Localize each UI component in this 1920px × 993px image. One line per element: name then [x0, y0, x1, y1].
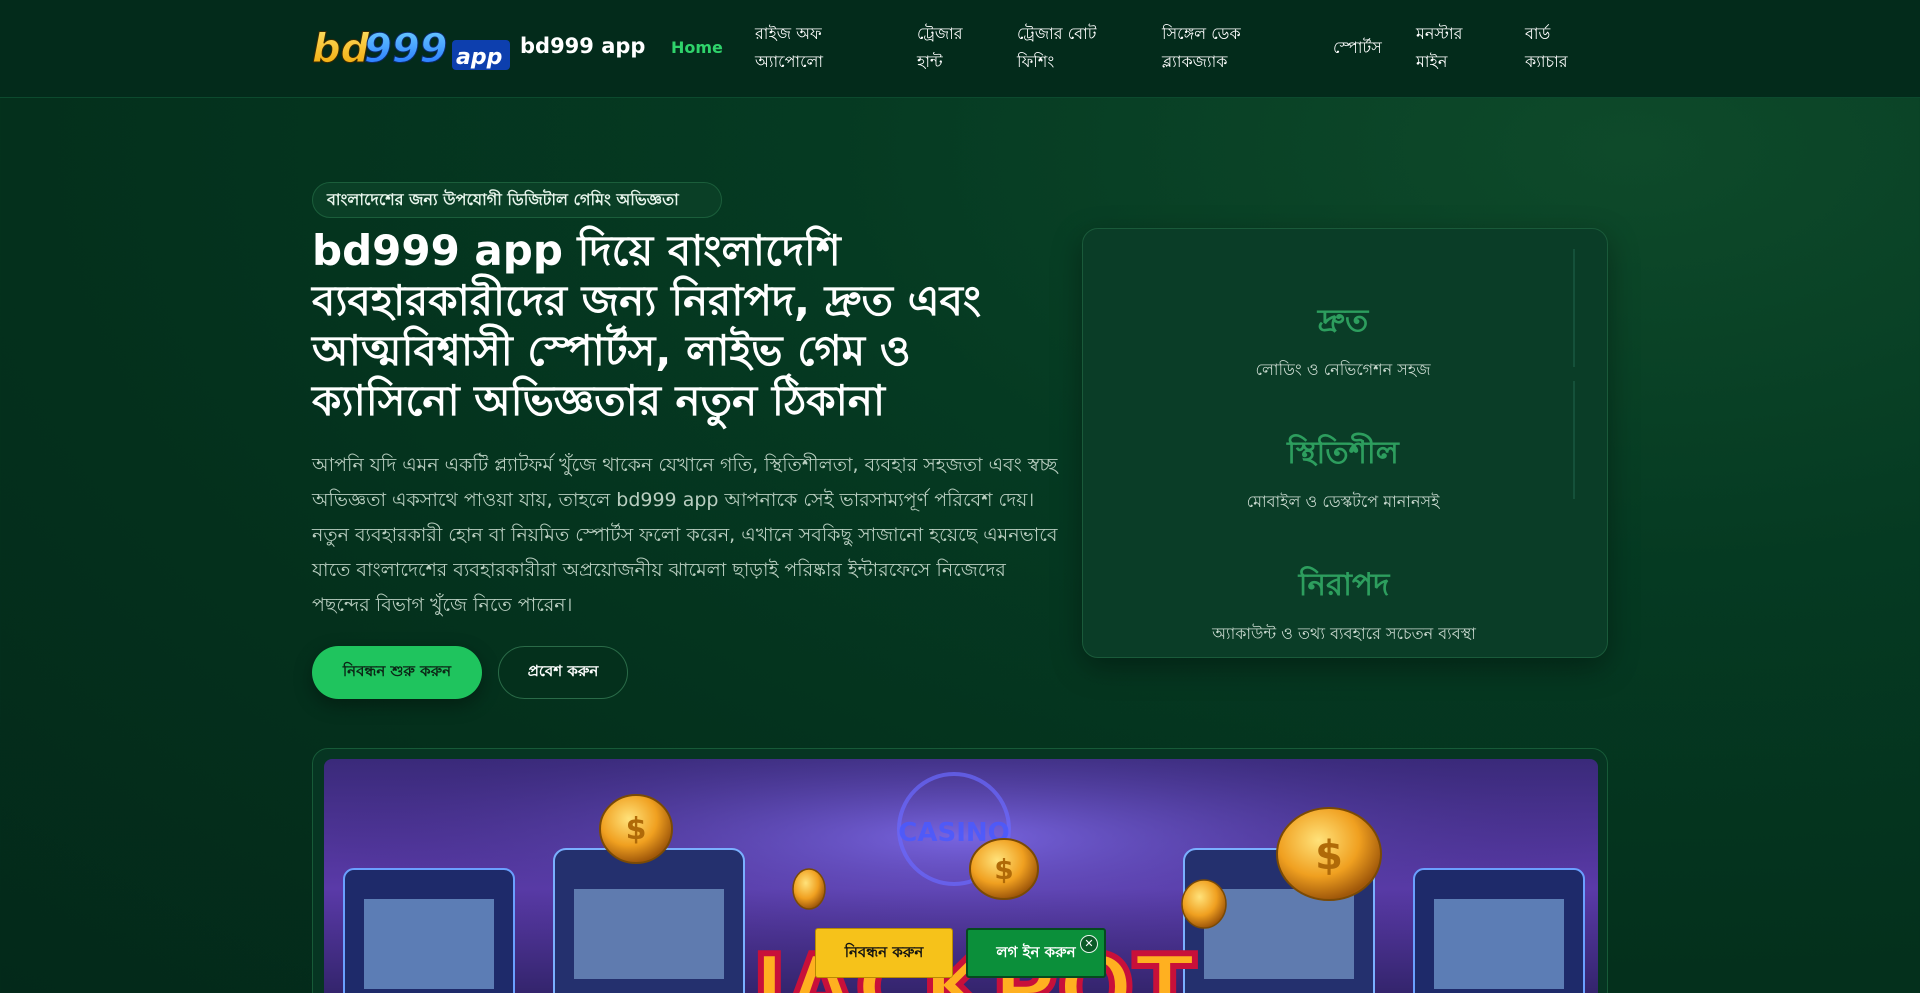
close-icon[interactable]: ✕	[1080, 935, 1098, 953]
bd999-logo[interactable]: bd 999 app	[312, 28, 510, 70]
nav-bird-catcher[interactable]: বার্ড ক্যাচার	[1525, 20, 1568, 76]
feature-title: দ্রুত	[1317, 303, 1369, 339]
sticky-register-button[interactable]: নিবন্ধন করুন	[815, 928, 953, 978]
hero-description: আপনি যদি এমন একটি প্ল্যাটফর্ম খুঁজে থাকে…	[312, 454, 1058, 616]
feature-secure: নিরাপদ অ্যাকাউন্ট ও তথ্য ব্যবহারে সচেতন …	[1113, 513, 1575, 643]
nav-label-line1: রাইজ অফ	[755, 24, 822, 43]
hero-title: bd999 app দিয়ে বাংলাদেশি ব্যবহারকারীদের…	[312, 226, 982, 425]
svg-text:$: $	[626, 812, 647, 847]
feature-subtitle: মোবাইল ও ডেস্কটপে মানানসই	[1246, 492, 1440, 511]
start-registration-button[interactable]: নিবন্ধন শুরু করুন	[312, 646, 482, 699]
nav-rise-of-apollo[interactable]: রাইজ অফ অ্যাপোলো	[755, 20, 823, 76]
nav-label-line1: বার্ড	[1525, 24, 1551, 43]
nav-single-deck-blackjack[interactable]: সিঙ্গেল ডেক ব্ল্যাকজ্যাক	[1162, 20, 1241, 76]
nav-label-line1: ট্রেজার বোট	[1017, 24, 1097, 43]
nav-label-line2: ক্যাচার	[1525, 52, 1568, 71]
nav-label-line1: সিঙ্গেল ডেক	[1162, 24, 1241, 43]
svg-text:$: $	[1315, 833, 1343, 879]
brand-name[interactable]: bd999 app	[520, 34, 645, 58]
nav-home[interactable]: Home	[671, 34, 723, 62]
feature-title: স্থিতিশীল	[1287, 435, 1399, 471]
nav-monster-mine[interactable]: মনস্টার মাইন	[1416, 20, 1462, 76]
feature-subtitle: অ্যাকাউন্ট ও তথ্য ব্যবহারে সচেতন ব্যবস্থ…	[1212, 624, 1476, 643]
nav-label-line2: ব্ল্যাকজ্যাক	[1162, 52, 1228, 71]
banner-frame: CASINO $ $ $ JACKPOT	[312, 748, 1608, 993]
svg-text:app: app	[456, 45, 502, 70]
jackpot-casino-banner-image: CASINO $ $ $ JACKPOT	[324, 759, 1598, 993]
feature-fast: দ্রুত লোডিং ও নেভিগেশন সহজ	[1113, 249, 1575, 379]
nav-label-line1: মনস্টার	[1416, 24, 1463, 43]
hero-tagline-badge: বাংলাদেশের জন্য উপযোগী ডিজিটাল গেমিং অভি…	[312, 182, 722, 218]
nav-treasure-boat-fishing[interactable]: ট্রেজার বোট ফিশিং	[1017, 20, 1096, 76]
enter-button[interactable]: প্রবেশ করুন	[498, 646, 628, 699]
feature-title: নিরাপদ	[1298, 567, 1390, 603]
svg-text:bd: bd	[312, 28, 370, 70]
feature-subtitle: লোডিং ও নেভিগেশন সহজ	[1255, 360, 1431, 379]
svg-text:999: 999	[364, 28, 448, 70]
nav-label-line2: ফিশিং	[1017, 52, 1055, 71]
top-header: bd 999 app bd999 app Home রাইজ অফ অ্যাপো…	[0, 0, 1920, 98]
nav-label-line2: অ্যাপোলো	[755, 52, 824, 71]
nav-treasure-hunt[interactable]: ট্রেজার হান্ট	[917, 20, 963, 76]
nav-label-line1: ট্রেজার	[917, 24, 963, 43]
feature-card: দ্রুত লোডিং ও নেভিগেশন সহজ স্থিতিশীল মোব…	[1082, 228, 1608, 658]
nav-sports[interactable]: স্পোর্টস	[1333, 34, 1382, 62]
nav-label-line2: মাইন	[1416, 52, 1448, 71]
feature-stable: স্থিতিশীল মোবাইল ও ডেস্কটপে মানানসই	[1113, 381, 1575, 511]
nav-label-line2: হান্ট	[917, 52, 943, 71]
svg-text:$: $	[994, 853, 1013, 886]
